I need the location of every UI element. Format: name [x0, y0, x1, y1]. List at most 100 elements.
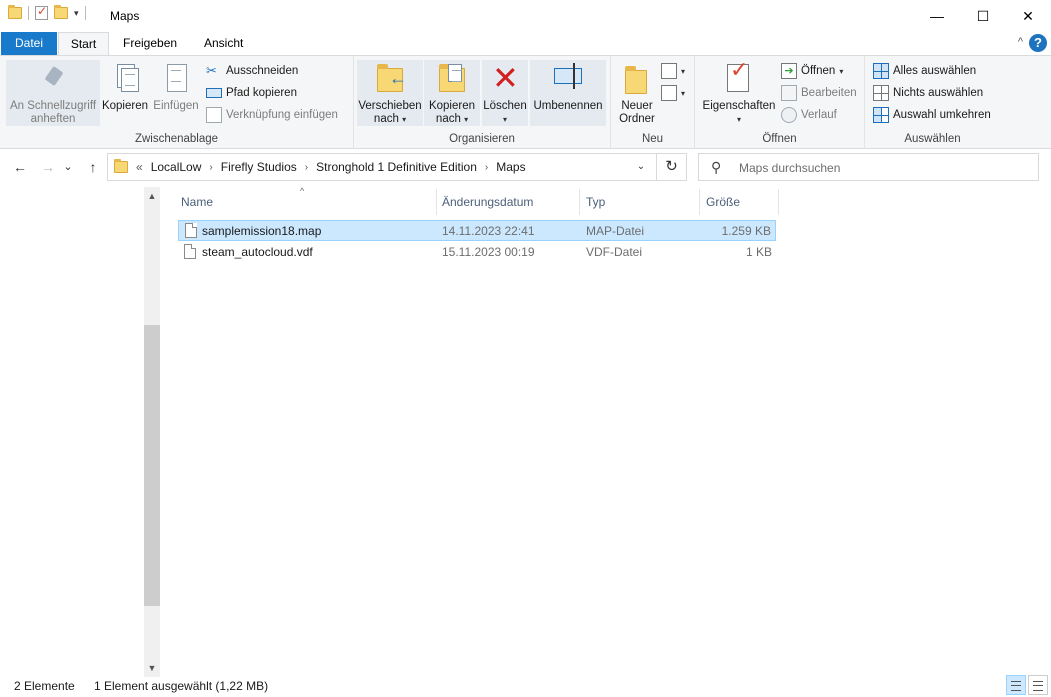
- file-icon: [185, 223, 197, 238]
- up-button[interactable]: ↑: [82, 156, 104, 178]
- new-item-button[interactable]: ▾: [661, 61, 685, 81]
- search-box[interactable]: ⚲ Maps durchsuchen: [698, 153, 1039, 181]
- item-count: 2 Elemente: [14, 679, 75, 693]
- breadcrumb-item[interactable]: LocalLow: [151, 160, 202, 174]
- select-all-button[interactable]: Alles auswählen: [873, 61, 976, 81]
- easy-access-button[interactable]: ▾: [661, 83, 685, 103]
- delete-x-icon: ✕: [492, 60, 519, 96]
- collapse-ribbon-chevron-icon[interactable]: ^: [1018, 36, 1023, 48]
- back-button[interactable]: ←: [9, 156, 31, 178]
- chevron-down-icon: ▾: [402, 115, 407, 124]
- move-to-icon: ←: [374, 62, 407, 96]
- invert-selection-label: Auswahl umkehren: [893, 109, 991, 121]
- breadcrumb-item[interactable]: Maps: [496, 160, 525, 174]
- navigation-pane-scrollbar[interactable]: ▲ ▼: [144, 187, 160, 677]
- ribbon-tabs: Datei Start Freigeben Ansicht ^ ?: [0, 32, 1051, 55]
- tab-file[interactable]: Datei: [1, 32, 57, 55]
- address-dropdown-button[interactable]: ⌄: [630, 154, 652, 180]
- refresh-button[interactable]: ↻: [656, 154, 686, 180]
- breadcrumb-item[interactable]: Stronghold 1 Definitive Edition: [316, 160, 477, 174]
- qat-separator: [28, 6, 29, 20]
- easy-access-icon: [661, 85, 677, 101]
- new-folder-icon[interactable]: [54, 5, 68, 19]
- breadcrumb-item[interactable]: Firefly Studios: [221, 160, 297, 174]
- column-divider[interactable]: [436, 189, 437, 215]
- file-row[interactable]: steam_autocloud.vdf 15.11.2023 00:19 VDF…: [178, 242, 776, 263]
- copy-path-label: Pfad kopieren: [226, 87, 297, 99]
- new-group-label: Neu: [641, 133, 664, 145]
- organize-group: ← Verschieben nach ▾ Kopieren nach ▾ ✕ L…: [354, 56, 611, 149]
- window-title: Maps: [110, 9, 140, 23]
- paste-shortcut-button[interactable]: Verknüpfung einfügen: [206, 105, 338, 125]
- overflow-chevron-icon[interactable]: «: [136, 160, 143, 174]
- up-arrow-icon: ↑: [89, 159, 97, 175]
- new-group: Neuer Ordner ▾ ▾ Neu: [611, 56, 695, 149]
- tab-share[interactable]: Freigeben: [113, 32, 187, 55]
- rename-label: Umbenennen: [533, 100, 603, 112]
- column-divider[interactable]: [699, 189, 700, 215]
- help-icon[interactable]: ?: [1029, 34, 1047, 52]
- pin-icon: [37, 62, 69, 96]
- move-to-button[interactable]: ← Verschieben nach ▾: [357, 60, 423, 126]
- properties-button[interactable]: Eigenschaften ▾: [701, 60, 777, 126]
- column-header-type[interactable]: Typ: [586, 189, 698, 215]
- chevron-right-icon[interactable]: ›: [305, 162, 308, 173]
- pin-quick-access-button[interactable]: An Schnellzugriff anheften: [6, 60, 100, 126]
- chevron-right-icon[interactable]: ›: [485, 162, 488, 173]
- recent-locations-button[interactable]: ⌄: [61, 156, 75, 178]
- file-name: samplemission18.map: [202, 224, 322, 238]
- column-header-name[interactable]: Name: [181, 189, 436, 215]
- paste-button[interactable]: Einfügen: [151, 60, 201, 113]
- minimize-button[interactable]: —: [914, 0, 960, 32]
- column-header-date[interactable]: Änderungsdatum: [442, 189, 578, 215]
- new-folder-button[interactable]: Neuer Ordner: [617, 60, 657, 126]
- scroll-up-icon[interactable]: ▲: [144, 187, 160, 205]
- file-type: MAP-Datei: [586, 224, 645, 238]
- maximize-button[interactable]: ☐: [960, 0, 1006, 32]
- file-row[interactable]: samplemission18.map 14.11.2023 22:41 MAP…: [178, 220, 776, 241]
- new-folder-icon: [621, 62, 653, 96]
- properties-icon[interactable]: [35, 4, 48, 20]
- chevron-right-icon[interactable]: ›: [209, 162, 212, 173]
- history-button[interactable]: Verlauf: [781, 105, 837, 125]
- cut-button[interactable]: ✂ Ausschneiden: [206, 61, 298, 81]
- copy-path-button[interactable]: Pfad kopieren: [206, 83, 297, 103]
- new-folder-label-line1: Neuer: [621, 100, 653, 112]
- rename-button[interactable]: Umbenennen: [530, 60, 606, 126]
- clipboard-icon: [160, 62, 192, 96]
- chevron-down-icon: ▾: [681, 88, 686, 98]
- file-name: steam_autocloud.vdf: [202, 245, 313, 259]
- tab-start[interactable]: Start: [58, 32, 109, 55]
- search-icon: ⚲: [711, 159, 722, 175]
- new-folder-label-line2: Ordner: [619, 113, 655, 125]
- tab-view[interactable]: Ansicht: [194, 32, 253, 55]
- open-label: Öffnen: [801, 65, 836, 77]
- refresh-icon: ↻: [665, 158, 678, 175]
- breadcrumb: « LocalLow › Firefly Studios › Stronghol…: [114, 154, 526, 180]
- details-view-icon[interactable]: [1006, 675, 1026, 695]
- large-icons-view-icon[interactable]: [1028, 675, 1048, 695]
- maximize-icon: ☐: [976, 7, 990, 24]
- invert-selection-button[interactable]: Auswahl umkehren: [873, 105, 991, 125]
- select-none-button[interactable]: Nichts auswählen: [873, 83, 983, 103]
- edit-button[interactable]: Bearbeiten: [781, 83, 857, 103]
- open-button[interactable]: ➔ Öffnen ▾: [781, 61, 843, 81]
- open-group-label: Öffnen: [762, 133, 797, 145]
- move-to-label-line2: nach: [373, 113, 399, 125]
- delete-button[interactable]: ✕ Löschen ▾: [482, 60, 528, 126]
- copy-to-sub: nach ▾: [424, 113, 480, 126]
- forward-button[interactable]: →: [37, 156, 59, 178]
- copy-to-button[interactable]: Kopieren nach ▾: [424, 60, 480, 126]
- column-header-size[interactable]: Größe: [706, 189, 776, 215]
- quick-access-toolbar: ▾: [8, 4, 86, 20]
- column-divider[interactable]: [778, 189, 779, 215]
- paste-shortcut-icon: [206, 107, 222, 123]
- customize-qat-chevron-icon[interactable]: ▾: [74, 8, 79, 19]
- close-button[interactable]: ✕: [1005, 0, 1051, 32]
- column-divider[interactable]: [579, 189, 580, 215]
- address-bar[interactable]: « LocalLow › Firefly Studios › Stronghol…: [107, 153, 687, 181]
- copy-button[interactable]: Kopieren: [100, 60, 150, 113]
- back-arrow-icon: ←: [13, 159, 27, 175]
- scrollbar-thumb[interactable]: [144, 325, 160, 606]
- search-input[interactable]: Maps durchsuchen: [739, 161, 840, 175]
